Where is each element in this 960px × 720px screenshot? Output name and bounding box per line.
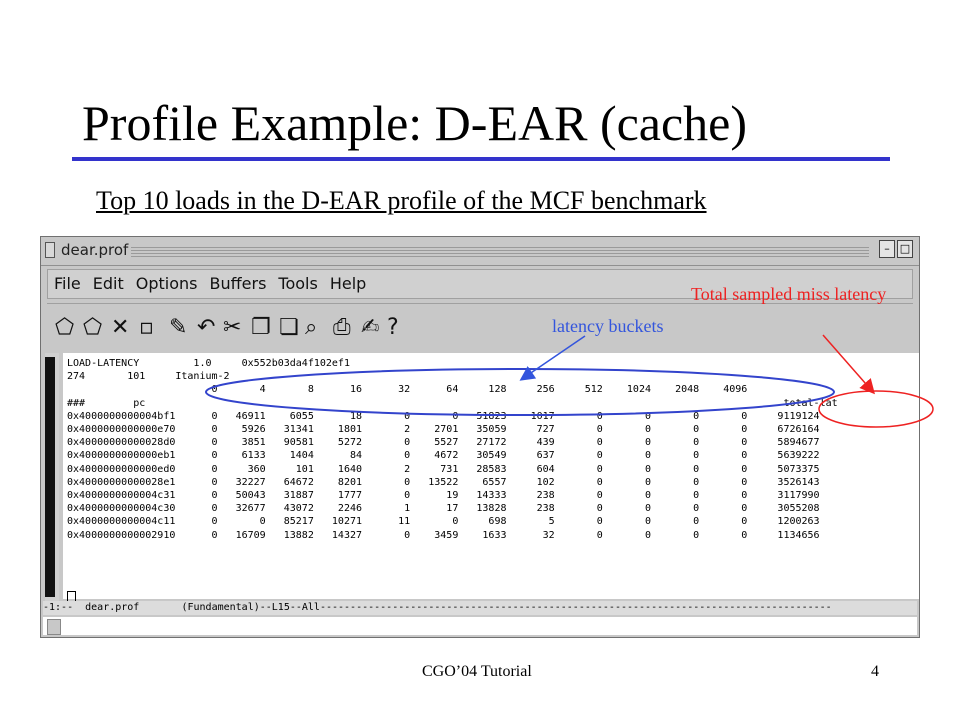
edit-icon[interactable]: ✎ (169, 317, 187, 339)
latency-buckets-annotation: latency buckets (552, 316, 664, 336)
column-header-line: ### pc total-lat (67, 397, 838, 409)
menu-file[interactable]: File (54, 270, 81, 298)
mode-line: -1:-- dear.prof (Fundamental)--L15--All-… (43, 601, 917, 615)
window-menu-icon[interactable] (45, 242, 55, 258)
scrollbar-thumb[interactable] (45, 357, 55, 597)
menu-options[interactable]: Options (136, 270, 198, 298)
titlebar-stripes (131, 245, 869, 257)
open-file-icon[interactable]: ⬠ (55, 317, 74, 339)
copy-icon[interactable]: ❐ (251, 317, 271, 339)
window-title: dear.prof (61, 241, 129, 259)
menu-help[interactable]: Help (330, 270, 366, 298)
search-icon[interactable]: ⌕ (305, 317, 317, 339)
table-row: 0x4000000000002910 0 16709 13882 14327 0… (67, 529, 820, 541)
table-row: 0x4000000000004bf1 0 46911 6055 18 0 0 5… (67, 410, 820, 422)
editor-buffer[interactable]: LOAD-LATENCY 1.0 0x552b03da4f102ef1 274 … (63, 353, 919, 604)
table-row: 0x4000000000000e70 0 5926 31341 1801 2 2… (67, 424, 820, 436)
cut-icon[interactable]: ✂ (223, 317, 241, 339)
minibuffer[interactable] (43, 617, 917, 635)
undo-icon[interactable]: ↶ (197, 317, 215, 339)
table-row: 0x4000000000004c30 0 32677 43072 2246 1 … (67, 503, 820, 515)
help-icon[interactable]: ? (387, 317, 399, 339)
menu-tools[interactable]: Tools (278, 270, 317, 298)
profile-line: LOAD-LATENCY 1.0 0x552b03da4f102ef1 (67, 358, 350, 369)
bucket-header-line: 0 4 8 16 32 64 128 256 512 1024 2048 409… (67, 384, 748, 396)
title-underline (72, 157, 890, 161)
table-row: 0x40000000000028e1 0 32227 64672 8201 0 … (67, 476, 820, 488)
total-latency-annotation: Total sampled miss latency (691, 284, 887, 304)
table-row: 0x4000000000000ed0 0 360 101 1640 2 731 … (67, 463, 820, 475)
slide-footer: CGO’04 Tutorial (422, 663, 532, 680)
slide-title: Profile Example: D-EAR (cache) (82, 95, 748, 151)
page-number: 4 (871, 663, 879, 680)
close-buffer-icon[interactable]: ✕ (111, 317, 129, 339)
minibuffer-corner (47, 619, 61, 635)
open-folder-icon[interactable]: ⬠ (83, 317, 102, 339)
menu-edit[interactable]: Edit (93, 270, 124, 298)
minimize-button[interactable]: – (879, 240, 895, 258)
slide-subtitle: Top 10 loads in the D-EAR profile of the… (96, 186, 707, 215)
table-row: 0x4000000000004c11 0 0 85217 10271 11 0 … (67, 516, 820, 528)
profile-text: LOAD-LATENCY 1.0 0x552b03da4f102ef1 274 … (67, 357, 838, 542)
table-row: 0x4000000000000eb1 0 6133 1404 84 0 4672… (67, 450, 820, 462)
table-row: 0x4000000000004c31 0 50043 31887 1777 0 … (67, 490, 820, 502)
menu-buffers[interactable]: Buffers (210, 270, 267, 298)
preferences-icon[interactable]: ✍ (361, 317, 379, 339)
table-row: 0x40000000000028d0 0 3851 90581 5272 0 5… (67, 437, 820, 449)
save-icon[interactable]: ▫ (139, 317, 154, 339)
window-titlebar[interactable]: dear.prof – □ (41, 237, 919, 266)
paste-icon[interactable]: ❏ (279, 317, 299, 339)
profile-line: 274 101 Itanium-2 (67, 371, 230, 383)
maximize-button[interactable]: □ (897, 240, 913, 258)
print-icon[interactable]: ⎙ (333, 317, 351, 339)
